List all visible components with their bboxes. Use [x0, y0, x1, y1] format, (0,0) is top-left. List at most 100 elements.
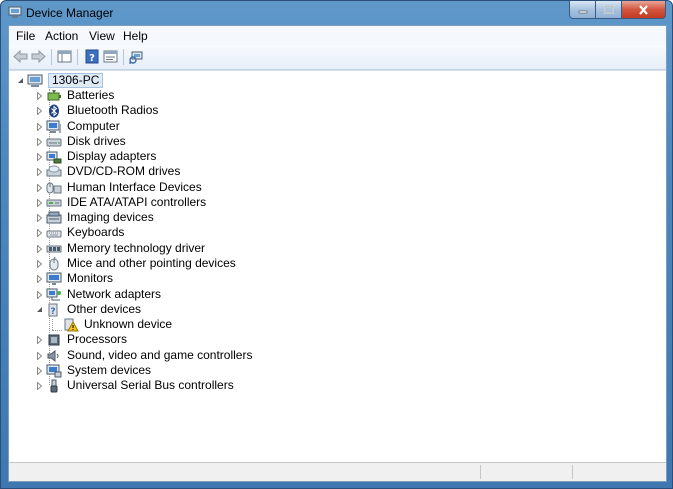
expand-arrow-icon[interactable] — [35, 152, 43, 161]
device-tree: 1306-PC Batteries Bluetooth Radios Compute… — [9, 70, 666, 464]
expand-arrow-icon[interactable] — [35, 381, 43, 390]
tree-category-label: Bluetooth Radios — [67, 103, 159, 117]
expand-arrow-icon[interactable] — [35, 335, 43, 344]
tree-category-imaging-devices[interactable]: Imaging devices — [35, 210, 154, 225]
tree-category-mice-and-other-pointing-devices[interactable]: Mice and other pointing devices — [35, 256, 236, 271]
maximize-button[interactable] — [596, 1, 622, 19]
forward-arrow-icon — [31, 50, 46, 63]
caption-buttons — [569, 1, 666, 19]
keyboard-icon — [46, 226, 62, 240]
menu-view[interactable]: View — [89, 29, 115, 43]
tree-category-label: Other devices — [67, 302, 142, 316]
tree-category-label: Memory technology driver — [67, 241, 206, 255]
usb-icon — [46, 379, 62, 393]
sound-icon — [46, 349, 62, 363]
tree-category-keyboards[interactable]: Keyboards — [35, 225, 124, 240]
tree-category-human-interface-devices[interactable]: Human Interface Devices — [35, 180, 202, 195]
svg-text:?: ? — [89, 53, 95, 64]
tree-category-sound-video-and-game-controllers[interactable]: Sound, video and game controllers — [35, 348, 252, 363]
expand-arrow-icon[interactable] — [35, 183, 43, 192]
tree-category-label: Processors — [67, 332, 128, 346]
imaging-device-icon — [46, 211, 62, 225]
tree-category-computer[interactable]: Computer — [35, 119, 120, 134]
tree-category-label: Batteries — [67, 88, 115, 102]
menu-action[interactable]: Action — [45, 29, 78, 43]
expand-arrow-icon[interactable] — [35, 137, 43, 146]
tree-guide-line — [52, 319, 53, 330]
tree-category-label: Disk drives — [67, 134, 126, 148]
toolbar-separator — [77, 49, 78, 65]
tree-category-label: Display adapters — [67, 149, 157, 163]
minimize-button[interactable] — [569, 1, 596, 19]
toolbar-separator — [51, 49, 52, 65]
toolbar: ? — [9, 45, 666, 70]
tree-device-label: Unknown device — [84, 317, 173, 331]
tree-category-other-devices[interactable]: ? Other devices — [35, 302, 141, 317]
expand-arrow-icon[interactable] — [35, 213, 43, 222]
collapse-arrow-icon[interactable] — [35, 306, 43, 314]
properties-icon — [103, 50, 118, 63]
bluetooth-icon — [46, 104, 62, 118]
tree-category-system-devices[interactable]: System devices — [35, 363, 151, 378]
tree-category-label: Sound, video and game controllers — [67, 348, 253, 362]
system-devices-icon — [46, 364, 62, 378]
tree-root-label: 1306-PC — [48, 73, 104, 88]
battery-icon — [46, 89, 62, 103]
window-title: Device Manager — [26, 6, 114, 20]
expand-arrow-icon[interactable] — [35, 274, 43, 283]
tree-root-node[interactable]: 1306-PC — [16, 73, 104, 88]
processor-icon — [46, 333, 62, 347]
expand-arrow-icon[interactable] — [35, 351, 43, 360]
disk-drive-icon — [46, 135, 62, 149]
tree-category-monitors[interactable]: Monitors — [35, 271, 113, 286]
client-area: File Action View Help ? 1306-PC Batterie… — [8, 25, 667, 482]
computer-icon — [46, 120, 62, 134]
tree-category-memory-technology-driver[interactable]: Memory technology driver — [35, 241, 205, 256]
menu-file[interactable]: File — [16, 29, 35, 43]
tree-category-ide-ata-atapi-controllers[interactable]: IDE ATA/ATAPI controllers — [35, 195, 206, 210]
tree-category-label: IDE ATA/ATAPI controllers — [67, 195, 207, 209]
status-bar — [9, 462, 666, 481]
properties-button[interactable] — [102, 48, 119, 65]
tree-category-label: System devices — [67, 363, 152, 377]
expand-arrow-icon[interactable] — [35, 366, 43, 375]
expand-arrow-icon[interactable] — [35, 91, 43, 100]
tree-category-bluetooth-radios[interactable]: Bluetooth Radios — [35, 103, 158, 118]
show-hide-console-tree-button[interactable] — [56, 48, 73, 65]
forward-button[interactable] — [30, 48, 47, 65]
expand-arrow-icon[interactable] — [35, 259, 43, 268]
tree-category-label: Imaging devices — [67, 210, 154, 224]
maximize-icon — [603, 5, 614, 14]
tree-category-label: Mice and other pointing devices — [67, 256, 236, 270]
expand-arrow-icon[interactable] — [35, 198, 43, 207]
tree-category-label: Keyboards — [67, 225, 125, 239]
tree-category-display-adapters[interactable]: Display adapters — [35, 149, 156, 164]
tree-device-unknown-device[interactable]: Unknown device — [63, 317, 172, 332]
expand-arrow-icon[interactable] — [35, 122, 43, 131]
show-hide-console-tree-icon — [57, 50, 72, 63]
tree-category-network-adapters[interactable]: Network adapters — [35, 287, 161, 302]
tree-category-universal-serial-bus-controllers[interactable]: Universal Serial Bus controllers — [35, 378, 234, 393]
expand-arrow-icon[interactable] — [35, 290, 43, 299]
expand-arrow-icon[interactable] — [35, 244, 43, 253]
tree-category-disk-drives[interactable]: Disk drives — [35, 134, 126, 149]
scan-hardware-button[interactable] — [128, 48, 145, 65]
expand-arrow-icon[interactable] — [35, 106, 43, 115]
back-button[interactable] — [12, 48, 29, 65]
expand-arrow-icon[interactable] — [35, 167, 43, 176]
title-bar[interactable]: Device Manager — [1, 1, 672, 25]
tree-category-batteries[interactable]: Batteries — [35, 88, 114, 103]
close-button[interactable] — [622, 1, 666, 19]
minimize-icon — [578, 10, 587, 13]
tree-category-processors[interactable]: Processors — [35, 332, 127, 347]
dvd-drive-icon — [46, 165, 62, 179]
expand-arrow-icon[interactable] — [35, 228, 43, 237]
menu-help[interactable]: Help — [123, 29, 148, 43]
collapse-arrow-icon[interactable] — [16, 77, 24, 85]
back-arrow-icon — [13, 50, 28, 63]
toolbar-separator — [123, 49, 124, 65]
ide-controller-icon — [46, 196, 62, 210]
tree-guide-line — [52, 330, 62, 331]
help-button[interactable]: ? — [83, 48, 100, 65]
tree-category-dvd-cd-rom-drives[interactable]: DVD/CD-ROM drives — [35, 164, 180, 179]
